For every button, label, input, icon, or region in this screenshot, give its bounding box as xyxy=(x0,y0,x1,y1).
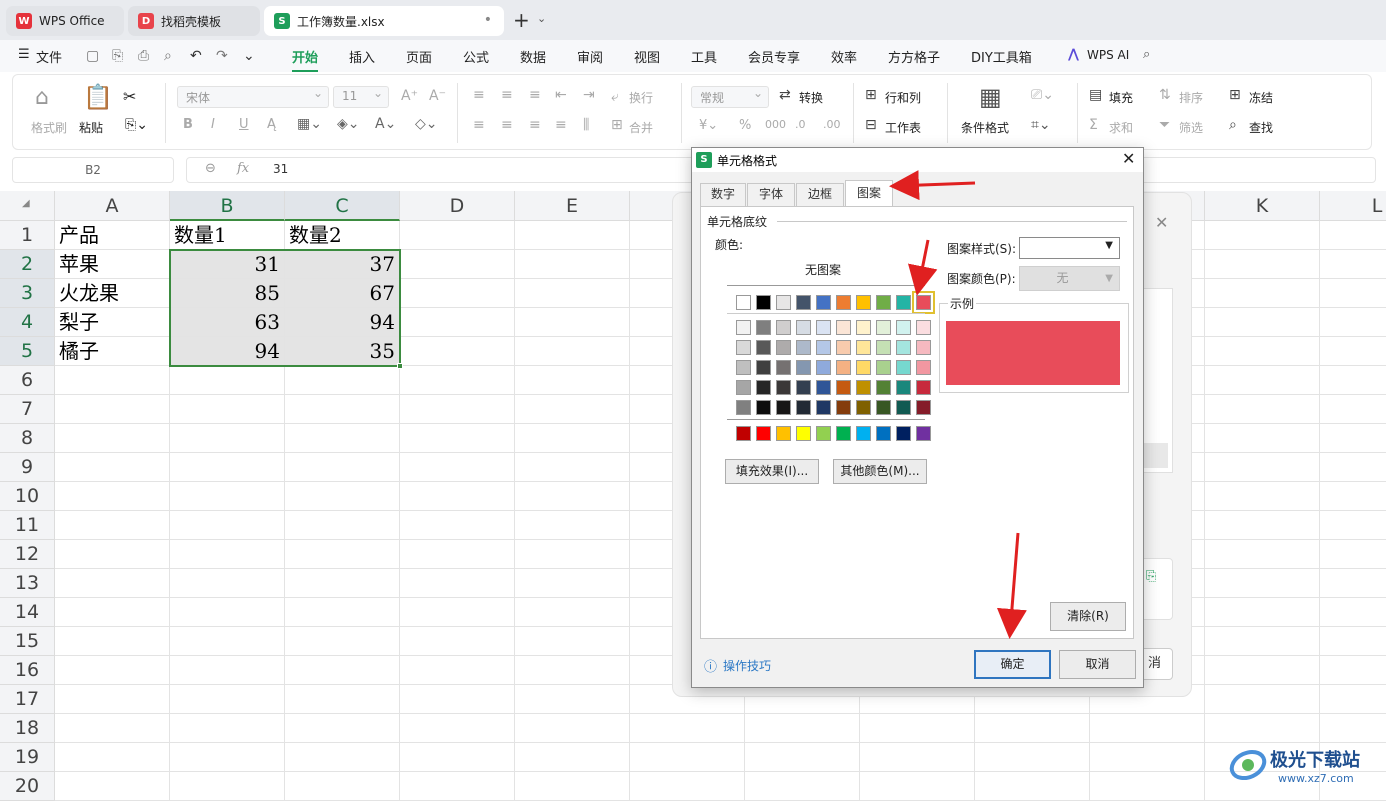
watermark-url: www.xz7.com xyxy=(1278,772,1354,785)
annotation-arrows xyxy=(889,170,1027,639)
watermark-logo-icon xyxy=(1228,745,1268,785)
watermark-title: 极光下载站 xyxy=(1270,750,1360,771)
arrow-to-ok-button xyxy=(996,532,1027,639)
arrow-to-pattern-tab xyxy=(889,170,976,201)
arrow-to-red-swatch xyxy=(907,239,938,296)
